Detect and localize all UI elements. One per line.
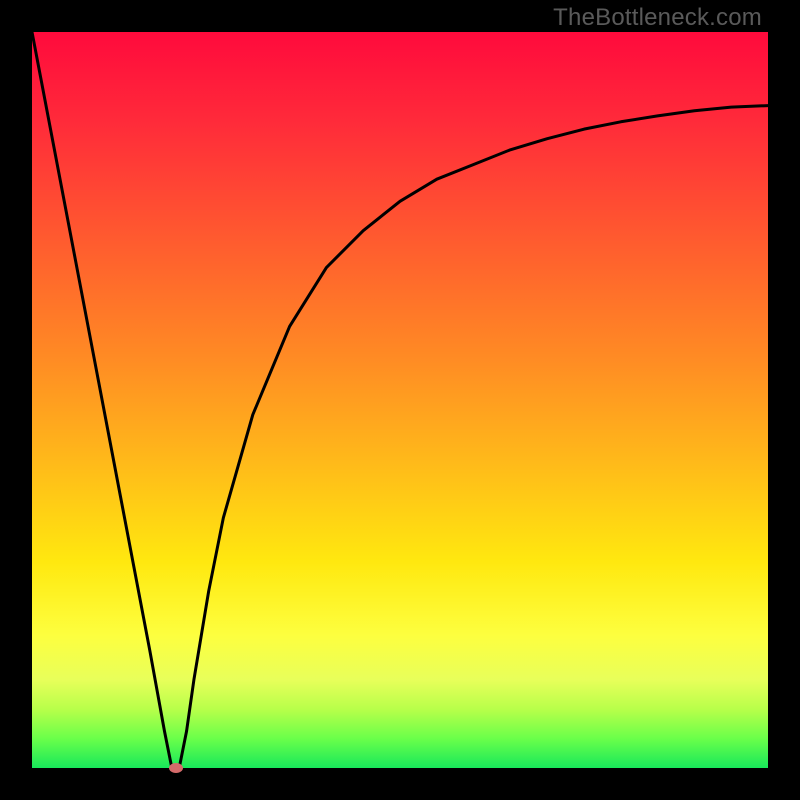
- min-marker: [169, 763, 183, 773]
- watermark-text: TheBottleneck.com: [553, 4, 762, 32]
- curve-svg: [32, 32, 768, 768]
- chart-frame: TheBottleneck.com: [0, 0, 800, 800]
- plot-area: [32, 32, 768, 768]
- bottleneck-curve: [32, 32, 768, 768]
